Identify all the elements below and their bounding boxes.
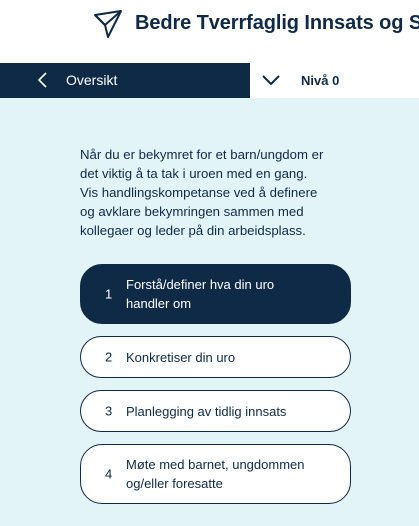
step-label-line: Planlegging av tidlig innsats xyxy=(126,404,287,419)
back-label: Oversikt xyxy=(66,72,118,88)
step-4-button[interactable]: 4 Møte med barnet, ungdommen og/eller fo… xyxy=(80,444,351,504)
level-dropdown[interactable]: Nivå 0 xyxy=(250,63,419,98)
intro-line: kollegaer og leder på din arbeidsplass. xyxy=(80,223,306,238)
step-list: 1 Forstå/definer hva din uro handler om … xyxy=(80,264,351,516)
step-label: Planlegging av tidlig innsats xyxy=(81,391,350,421)
step-2-button[interactable]: 2 Konkretiser din uro xyxy=(80,336,351,378)
chevron-down-icon xyxy=(262,75,280,86)
intro-line: og avklare bekymringen sammen med xyxy=(80,204,304,219)
intro-line: Når du er bekymret for et barn/ungdom er xyxy=(80,147,324,162)
back-to-overview-button[interactable]: Oversikt xyxy=(0,63,250,98)
navigation-bar: Oversikt Nivå 0 xyxy=(0,63,419,98)
step-label-line: Forstå/definer hva din uro xyxy=(126,277,275,292)
intro-text: Når du er bekymret for et barn/ungdom er… xyxy=(80,145,370,240)
step-label-line: Konkretiser din uro xyxy=(126,350,236,365)
app-header: Bedre Tverrfaglig Innsats og Samhandling xyxy=(0,0,419,63)
intro-line: det viktig å ta tak i uroen med en gang. xyxy=(80,166,308,181)
step-label: Forstå/definer hva din uro handler om xyxy=(81,265,350,313)
step-label-line: og/eller foresatte xyxy=(126,476,223,491)
step-1-button[interactable]: 1 Forstå/definer hva din uro handler om xyxy=(80,264,351,324)
chevron-left-icon xyxy=(37,72,47,88)
intro-line: Vis handlingskompetanse ved å definere xyxy=(80,185,318,200)
step-label-line: Møte med barnet, ungdommen xyxy=(126,457,305,472)
step-3-button[interactable]: 3 Planlegging av tidlig innsats xyxy=(80,390,351,432)
step-label-line: handler om xyxy=(126,296,192,311)
step-number: 2 xyxy=(105,349,113,365)
step-number: 3 xyxy=(105,403,113,419)
step-label: Konkretiser din uro xyxy=(81,337,350,367)
step-number: 1 xyxy=(105,286,113,302)
app-title: Bedre Tverrfaglig Innsats og Samhandling xyxy=(135,12,419,34)
step-label: Møte med barnet, ungdommen og/eller fore… xyxy=(81,445,350,493)
paper-plane-icon xyxy=(94,10,122,38)
level-label: Nivå 0 xyxy=(301,73,340,88)
step-number: 4 xyxy=(105,466,113,482)
